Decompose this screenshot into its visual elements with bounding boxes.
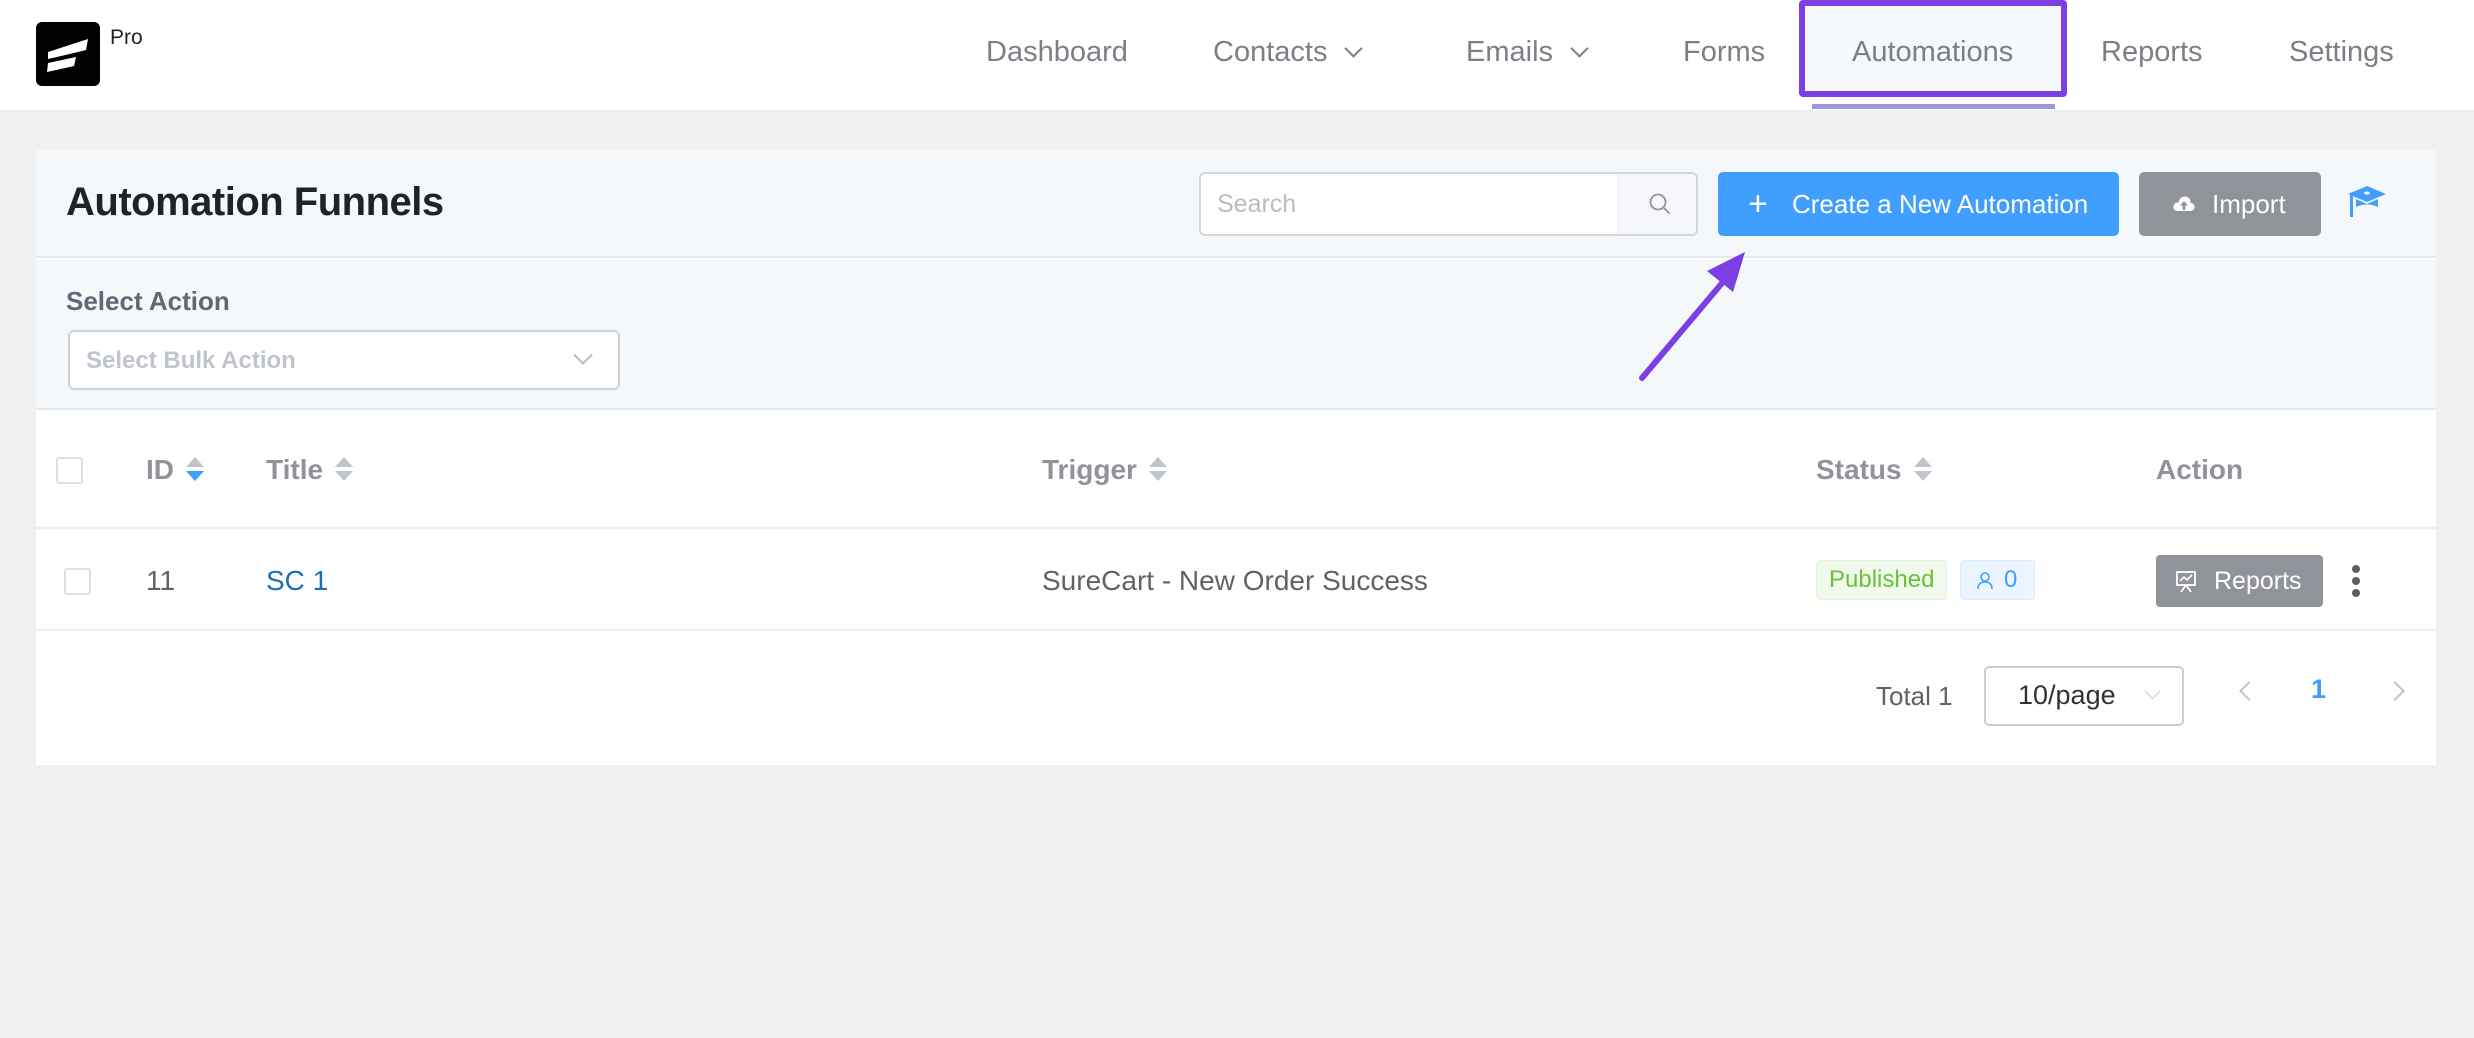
select-all-checkbox[interactable] bbox=[56, 457, 83, 484]
column-trigger[interactable]: Trigger bbox=[1042, 452, 1167, 488]
select-action-label: Select Action bbox=[66, 286, 230, 316]
nav-contacts[interactable]: Contacts bbox=[1213, 34, 1364, 70]
presentation-chart-icon bbox=[2176, 571, 2196, 593]
sort-icon[interactable] bbox=[1913, 457, 1932, 483]
pagination-page-current[interactable]: 1 bbox=[2311, 674, 2326, 705]
bulk-action-filter: Select Action Select Bulk Action bbox=[36, 260, 2436, 410]
active-tab-underline bbox=[1812, 104, 2055, 109]
table-header: ID Title Trigger Status Action bbox=[36, 412, 2436, 529]
plus-icon: + bbox=[1748, 185, 1768, 223]
nav-automations[interactable]: Automations bbox=[1852, 34, 2013, 70]
row-trigger: SureCart - New Order Success bbox=[1042, 565, 1428, 596]
sort-icon[interactable] bbox=[186, 457, 204, 483]
create-automation-label: Create a New Automation bbox=[1792, 189, 2089, 219]
nav-reports[interactable]: Reports bbox=[2101, 34, 2203, 70]
column-status[interactable]: Status bbox=[1816, 452, 1932, 488]
page-size-value: 10/page bbox=[2018, 680, 2116, 710]
row-checkbox[interactable] bbox=[64, 568, 91, 595]
column-title-label: Title bbox=[266, 454, 324, 485]
column-id-label: ID bbox=[146, 454, 174, 485]
pagination-total: Total 1 bbox=[1876, 681, 1953, 711]
create-automation-button[interactable]: + Create a New Automation bbox=[1718, 172, 2119, 236]
chevron-down-icon bbox=[573, 345, 593, 365]
column-id[interactable]: ID bbox=[146, 452, 204, 488]
top-navigation: Pro Dashboard Contacts Emails Forms Auto… bbox=[0, 0, 2474, 110]
nav-reports-label: Reports bbox=[2101, 36, 2203, 68]
nav-forms[interactable]: Forms bbox=[1683, 34, 1765, 70]
search-box bbox=[1199, 172, 1698, 236]
nav-settings[interactable]: Settings bbox=[2289, 34, 2394, 70]
more-options-icon[interactable] bbox=[2348, 563, 2364, 599]
chevron-down-icon bbox=[2144, 683, 2161, 700]
nav-settings-label: Settings bbox=[2289, 36, 2394, 68]
column-action: Action bbox=[2156, 452, 2243, 488]
column-title[interactable]: Title bbox=[266, 452, 354, 488]
table-row: 11 SC 1 SureCart - New Order Success Pub… bbox=[36, 531, 2436, 631]
bulk-action-placeholder: Select Bulk Action bbox=[86, 347, 296, 374]
automation-funnels-panel: Automation Funnels + Create a New Automa… bbox=[36, 150, 2436, 765]
sort-icon[interactable] bbox=[335, 457, 354, 483]
import-button[interactable]: Import bbox=[2139, 172, 2321, 236]
chevron-down-icon bbox=[1570, 39, 1589, 58]
nav-automations-label: Automations bbox=[1852, 36, 2014, 68]
nav-dashboard-label: Dashboard bbox=[986, 36, 1128, 68]
chevron-down-icon bbox=[1344, 39, 1364, 58]
reports-button[interactable]: Reports bbox=[2156, 555, 2323, 607]
pro-badge: Pro bbox=[110, 26, 143, 49]
nav-emails[interactable]: Emails bbox=[1466, 34, 1589, 70]
subscriber-count: 0 bbox=[2004, 566, 2018, 593]
cloud-upload-icon bbox=[2173, 196, 2195, 211]
subscriber-count-badge[interactable]: 0 bbox=[1960, 560, 2035, 600]
page-title: Automation Funnels bbox=[66, 180, 444, 224]
row-id: 11 bbox=[146, 565, 176, 596]
sort-icon[interactable] bbox=[1148, 457, 1167, 483]
fluentcrm-logo-icon[interactable] bbox=[36, 22, 100, 86]
user-icon bbox=[1977, 572, 1993, 590]
bulk-action-select[interactable]: Select Bulk Action bbox=[68, 330, 620, 390]
page-size-select[interactable]: 10/page bbox=[1984, 666, 2184, 726]
column-trigger-label: Trigger bbox=[1042, 454, 1137, 485]
import-label: Import bbox=[2212, 189, 2286, 219]
pagination-prev-icon[interactable] bbox=[2239, 681, 2259, 701]
search-icon bbox=[1649, 193, 1670, 214]
search-input[interactable] bbox=[1201, 174, 1618, 234]
pagination-next-icon[interactable] bbox=[2385, 681, 2405, 701]
panel-header: Automation Funnels + Create a New Automa… bbox=[36, 150, 2436, 258]
status-badge: Published bbox=[1816, 560, 1948, 600]
nav-forms-label: Forms bbox=[1683, 36, 1766, 68]
nav-contacts-label: Contacts bbox=[1213, 36, 1328, 68]
column-action-label: Action bbox=[2156, 454, 2244, 485]
row-title-link[interactable]: SC 1 bbox=[266, 563, 328, 599]
nav-emails-label: Emails bbox=[1466, 36, 1554, 68]
column-status-label: Status bbox=[1816, 454, 1902, 485]
graduation-cap-icon[interactable] bbox=[2346, 184, 2388, 220]
nav-dashboard[interactable]: Dashboard bbox=[986, 34, 1128, 70]
reports-label: Reports bbox=[2214, 567, 2302, 595]
search-button[interactable] bbox=[1618, 174, 1696, 234]
